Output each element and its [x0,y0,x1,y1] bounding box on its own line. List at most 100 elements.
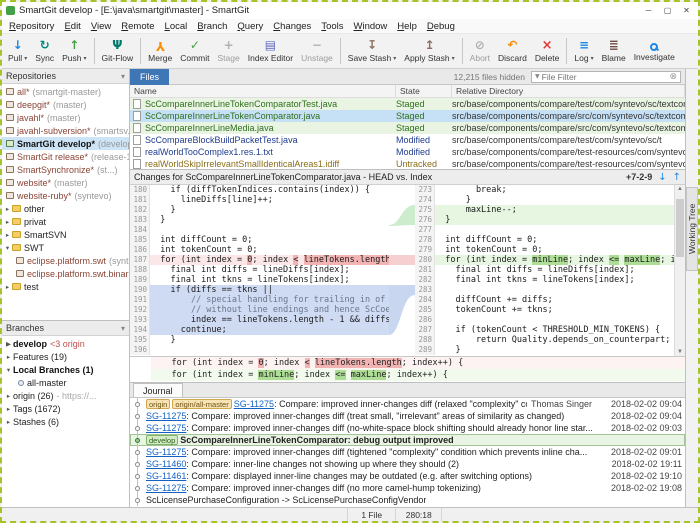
branch-item[interactable]: ▾ Local Branches (1) [2,363,129,376]
branch-item[interactable]: ▸ Tags (1672) [2,402,129,415]
expander-icon[interactable]: ▸ [3,231,12,239]
commit-button[interactable]: ✓ Commit [176,34,213,68]
expander-icon[interactable]: ▸ [3,218,12,226]
issue-link[interactable]: SG-11275 [234,399,274,409]
panel-menu-icon[interactable]: ▾ [121,72,125,81]
menu-item[interactable]: Help [392,20,422,33]
journal-row[interactable]: SG-11460: Compare: inner-line changes no… [130,458,685,470]
menu-item[interactable]: View [86,20,116,33]
branch-item[interactable]: all-master [2,376,129,389]
repository-item[interactable]: SmartGit develop* (develop...) [2,137,129,150]
file-row[interactable]: ScCompareBlockBuildPacketTest.java Modif… [130,134,685,146]
menu-item[interactable]: Window [349,20,393,33]
journal-row[interactable]: SG-11275: Compare: improved inner-change… [130,446,685,458]
repository-item[interactable]: ▸ test [2,280,129,293]
log-button[interactable]: ≡ Log▾ [570,34,597,68]
index-editor-button[interactable]: ▤ Index Editor [244,34,297,68]
scroll-up-icon[interactable]: ▲ [675,186,685,192]
menu-item[interactable]: Debug [422,20,460,33]
git-flow-button[interactable]: Ψ Git-Flow [98,34,138,68]
issue-link[interactable]: SG-11275 [146,483,186,493]
scrollbar-thumb[interactable] [676,199,684,257]
pull-button[interactable]: ↓ Pull▾ [4,34,31,68]
repository-item[interactable]: eclipse.platform.swt.binarie... [2,267,129,280]
issue-link[interactable]: SG-11275 [146,423,186,433]
unstage-button[interactable]: − Unstage [297,34,337,68]
file-row[interactable]: realWorldTooComplex1.res.1.txt Modified … [130,146,685,158]
journal-row[interactable]: developScCompareInnerLineTokenComparator… [130,434,685,446]
menu-item[interactable]: Tools [316,20,348,33]
push-button[interactable]: ↑ Push▾ [58,34,90,68]
file-row[interactable]: ScCompareInnerLineMedia.java Staged src/… [130,122,685,134]
journal-row[interactable]: ScLicensePurchaseConfiguration -> ScLice… [130,494,685,506]
menu-item[interactable]: Query [232,20,268,33]
branch-item[interactable]: ▶ develop <3 origin [2,337,129,350]
expander-icon[interactable]: ▶ [4,340,13,348]
branch-item[interactable]: ▸ Features (19) [2,350,129,363]
repository-item[interactable]: SmartGit release* (release-1...) [2,150,129,163]
expander-icon[interactable]: ▸ [3,205,12,213]
scroll-down-icon[interactable]: ▼ [675,349,685,355]
file-filter-input[interactable] [542,72,670,82]
journal-row[interactable]: originorigin/all-masterSG-11275: Compare… [130,398,685,410]
next-change-icon[interactable]: ↓ [658,172,666,183]
expander-icon[interactable]: ▸ [4,405,13,413]
file-row[interactable]: ScCompareInnerLineTokenComparatorTest.ja… [130,98,685,110]
repository-item[interactable]: ▸ SmartSVN [2,228,129,241]
journal-row[interactable]: SG-11275: Compare: improved inner-change… [130,482,685,494]
save-stash-button[interactable]: ↧ Save Stash▾ [344,34,401,68]
repository-item[interactable]: SmartSynchronize* (st...) [2,163,129,176]
diff-scrollbar[interactable]: ▲ ▼ [674,185,685,356]
tab-working-tree[interactable]: Working Tree [686,187,698,271]
menu-item[interactable]: Changes [268,20,316,33]
column-header-directory[interactable]: Relative Directory [452,85,685,97]
issue-link[interactable]: SG-11275 [146,447,186,457]
repository-item[interactable]: website-ruby* (syntevo) [2,189,129,202]
apply-stash-button[interactable]: ↥ Apply Stash▾ [400,34,458,68]
previous-change-icon[interactable]: ↑ [673,172,681,183]
minimize-button[interactable]: ─ [639,3,658,18]
issue-link[interactable]: SG-11275 [146,411,186,421]
tab-files[interactable]: Files [130,69,169,85]
repository-item[interactable]: javahl-subversion* (smartsv...) [2,124,129,137]
branch-item[interactable]: ▸ origin (26) - https://... [2,389,129,402]
delete-button[interactable]: × Delete [531,34,564,68]
menu-item[interactable]: Edit [59,20,85,33]
journal-row[interactable]: SG-11275: Compare: improved inner-change… [130,422,685,434]
expander-icon[interactable]: ▾ [4,366,13,374]
expander-icon[interactable]: ▸ [4,392,13,400]
expander-icon[interactable]: ▾ [3,244,12,252]
column-header-name[interactable]: Name [130,85,396,97]
journal-row[interactable]: SG-11461: Compare: displayed inner-line … [130,470,685,482]
branch-item[interactable]: ▸ Stashes (6) [2,415,129,428]
journal-row[interactable]: SG-11275: Compare: improved inner-change… [130,410,685,422]
menu-item[interactable]: Remote [116,20,159,33]
blame-button[interactable]: ≣ Blame [598,34,630,68]
issue-link[interactable]: SG-11461 [146,471,186,481]
column-header-state[interactable]: State [396,85,452,97]
expander-icon[interactable]: ▸ [4,353,13,361]
expander-icon[interactable]: ▸ [4,418,13,426]
close-button[interactable]: ✕ [677,3,696,18]
merge-button[interactable]: Y Merge [144,34,176,68]
investigate-button[interactable]: Investigate [630,34,679,68]
repository-item[interactable]: ▾ SWT [2,241,129,254]
maximize-button[interactable]: ▢ [658,3,677,18]
tab-journal[interactable]: Journal [133,383,183,397]
filter-clear-icon[interactable]: ⊗ [669,72,677,82]
stage-button[interactable]: + Stage [214,34,244,68]
issue-link[interactable]: SG-11460 [146,459,186,469]
repository-item[interactable]: deepgit* (master) [2,98,129,111]
discard-button[interactable]: ↶ Discard [494,34,531,68]
repository-item[interactable]: ▸ privat [2,215,129,228]
file-row[interactable]: realWorldSkipIrrelevantSmallIdenticalAre… [130,158,685,169]
repository-item[interactable]: eclipse.platform.swt (synte...) [2,254,129,267]
menu-item[interactable]: Branch [192,20,232,33]
repository-item[interactable]: all* (smartgit-master) [2,85,129,98]
repository-item[interactable]: javahl* (master) [2,111,129,124]
menu-item[interactable]: Repository [4,20,59,33]
sync-button[interactable]: ↻ Sync [31,34,58,68]
repository-item[interactable]: ▸ other [2,202,129,215]
panel-menu-icon[interactable]: ▾ [121,324,125,333]
file-row[interactable]: ScCompareInnerLineTokenComparator.java S… [130,110,685,122]
